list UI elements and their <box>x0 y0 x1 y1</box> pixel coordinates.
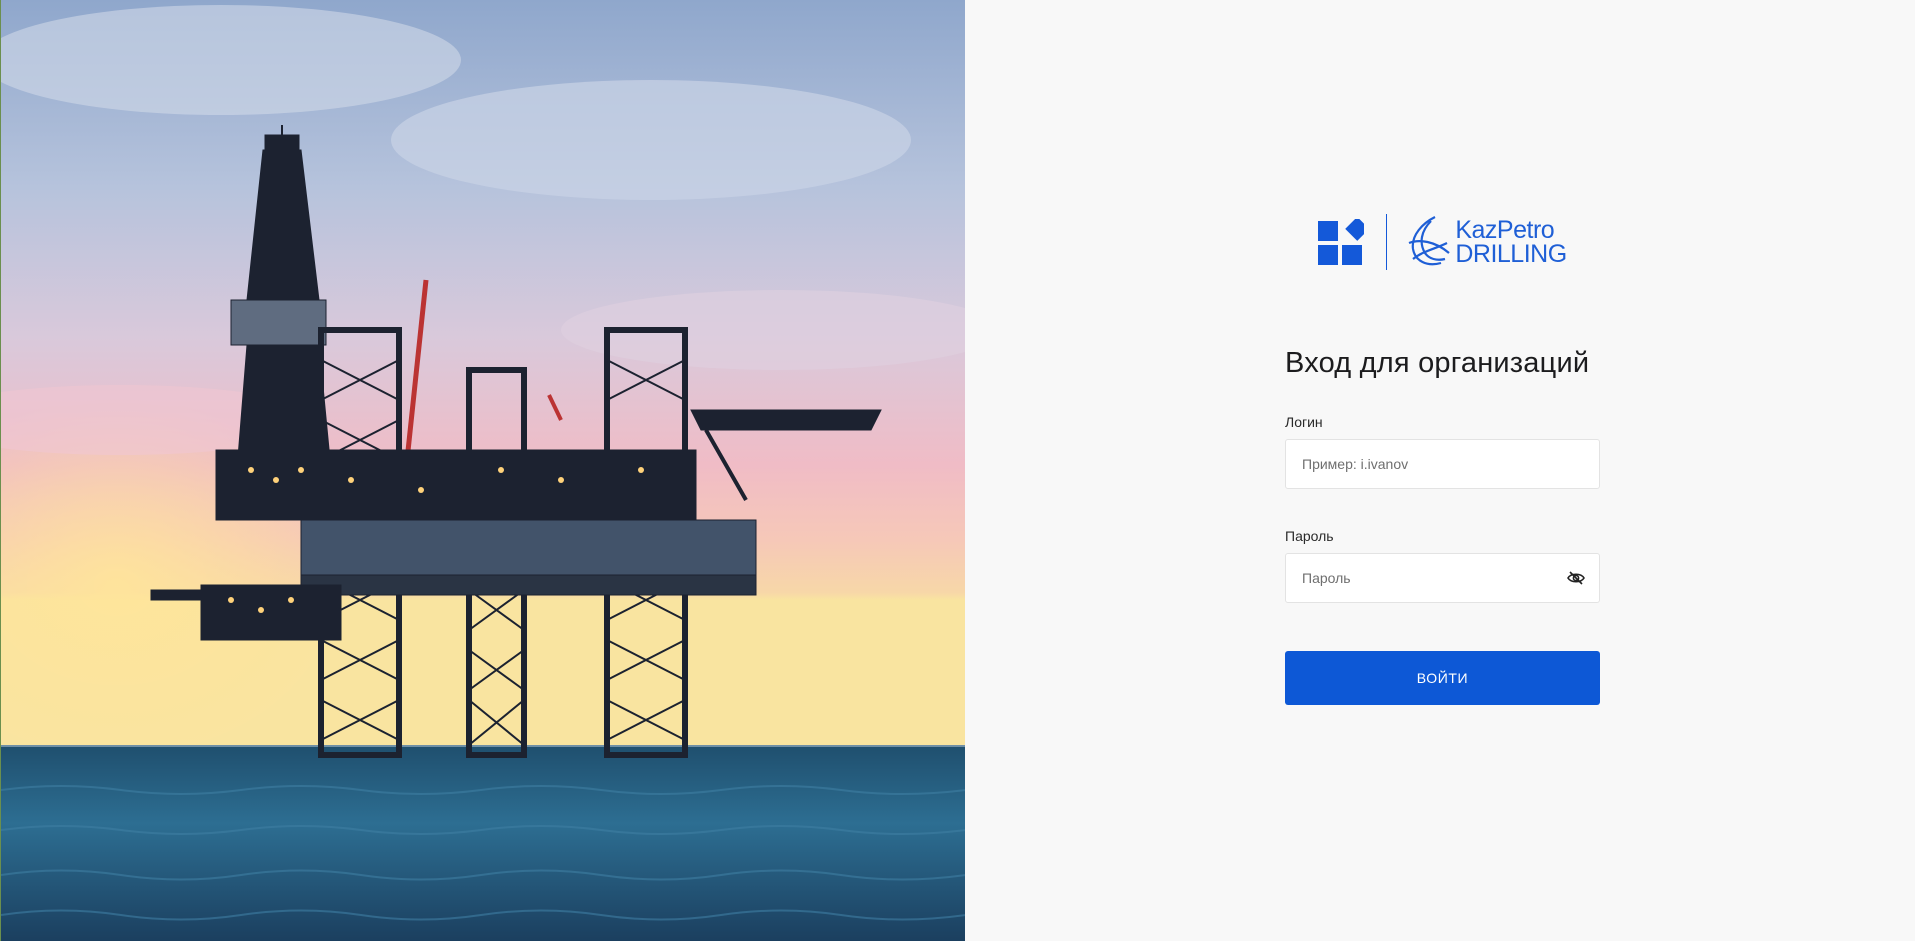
password-input[interactable] <box>1286 554 1599 602</box>
squares-diamond-logo-icon <box>1318 219 1365 265</box>
kazpetro-drilling-logo: KazPetro DRILLING <box>1405 213 1567 271</box>
kazpetro-drilling-wordmark: KazPetro DRILLING <box>1455 216 1567 268</box>
offshore-oil-rig-image <box>1 0 965 941</box>
kazpetro-swirl-logo-icon <box>1408 216 1451 266</box>
page-title: Вход для организаций <box>1285 347 1590 379</box>
login-submit-button[interactable]: ВОЙТИ <box>1285 651 1600 705</box>
login-form: KazPetro DRILLING Вход для организаций Л… <box>1285 213 1600 705</box>
hero-image <box>0 0 965 941</box>
password-label: Пароль <box>1285 528 1334 544</box>
login-input[interactable] <box>1286 440 1599 488</box>
brand-name-line1: KazPetro <box>1455 216 1555 244</box>
logo-divider <box>1386 214 1388 270</box>
login-page: KazPetro DRILLING Вход для организаций Л… <box>0 0 1915 941</box>
login-field-wrapper <box>1285 439 1600 489</box>
brand-logos: KazPetro DRILLING <box>1285 213 1600 271</box>
password-field-wrapper <box>1285 553 1600 603</box>
eye-off-icon[interactable] <box>1567 569 1585 587</box>
brand-name-line2: DRILLING <box>1455 240 1567 268</box>
login-panel: KazPetro DRILLING Вход для организаций Л… <box>965 0 1915 941</box>
login-label: Логин <box>1285 414 1323 430</box>
